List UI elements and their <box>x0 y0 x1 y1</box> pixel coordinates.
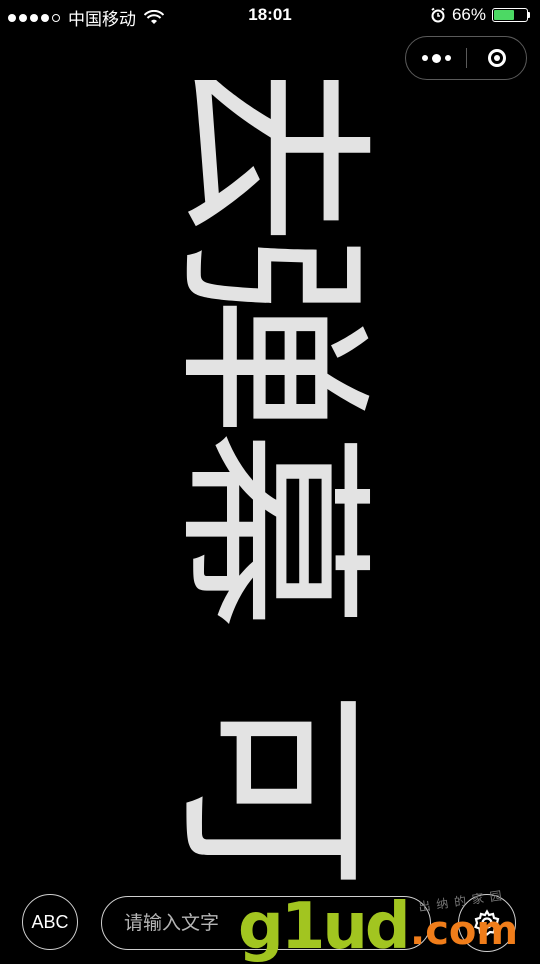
status-bar: 中国移动 18:01 66% <box>0 0 540 32</box>
status-right: 66% <box>430 5 530 25</box>
danmaku-char: 弹 <box>154 234 387 435</box>
danmaku-text-input[interactable] <box>122 897 416 950</box>
battery-percent: 66% <box>451 5 486 24</box>
settings-button[interactable] <box>458 894 516 952</box>
battery-icon <box>492 8 528 22</box>
target-circle-icon[interactable] <box>467 37 527 79</box>
text-style-button[interactable]: ABC <box>22 894 78 950</box>
danmaku-input-wrapper <box>101 896 431 950</box>
danmaku-char: 去 <box>154 80 387 245</box>
more-dots-icon[interactable] <box>406 37 466 79</box>
gear-icon <box>474 909 500 936</box>
danmaku-track: 去 弹 幕 可 <box>154 80 387 910</box>
danmaku-char: 可 <box>154 689 387 890</box>
alarm-icon <box>431 7 445 23</box>
danmaku-char: 幕 <box>154 429 387 630</box>
miniprogram-capsule <box>405 36 527 80</box>
danmaku-display: 去 弹 幕 可 <box>0 80 540 910</box>
